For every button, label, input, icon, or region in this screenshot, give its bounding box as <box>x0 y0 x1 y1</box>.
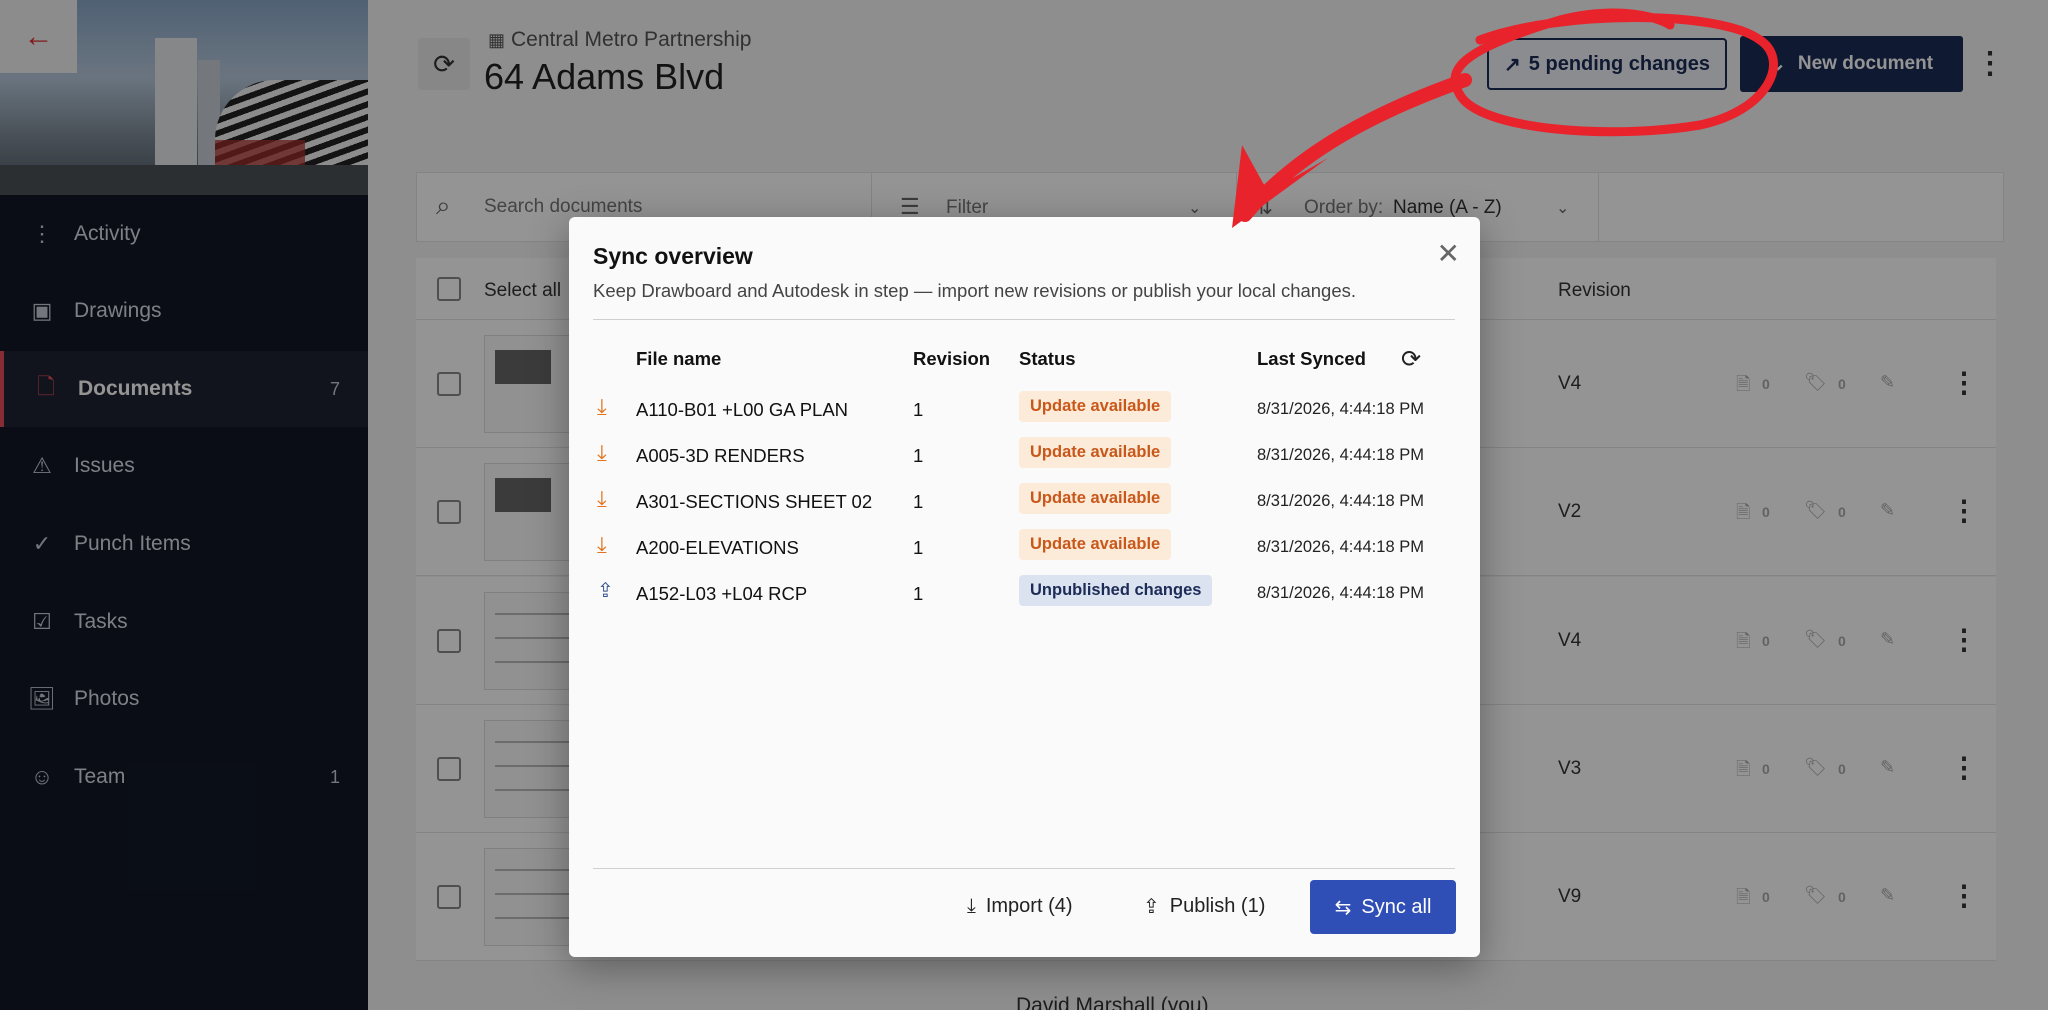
dialog-subtitle: Keep Drawboard and Autodesk in step — im… <box>593 280 1357 301</box>
revision-number: 1 <box>913 445 924 466</box>
download-icon: ⤓ <box>597 440 607 465</box>
revision-number: 1 <box>913 399 924 420</box>
revision-column-header: Revision <box>913 348 991 369</box>
divider <box>593 319 1455 320</box>
revision-number: 1 <box>913 491 924 512</box>
swap-arrows-icon: ⇆ <box>1334 896 1352 919</box>
download-icon: ⤓ <box>597 532 607 557</box>
status-badge: Update available <box>1019 529 1172 560</box>
status-badge: Update available <box>1019 483 1172 514</box>
divider <box>593 868 1455 869</box>
status-badge: Update available <box>1019 391 1172 422</box>
download-icon: ⤓ <box>597 486 607 511</box>
revision-number: 1 <box>913 583 924 604</box>
refresh-icon[interactable]: ⟳ <box>1401 345 1421 374</box>
cloud-upload-icon: ⇪ <box>597 580 614 602</box>
last-synced-timestamp: 8/31/2026, 4:44:18 PM <box>1257 584 1424 602</box>
status-badge: Unpublished changes <box>1019 575 1213 606</box>
sync-overview-dialog: Sync overview Keep Drawboard and Autodes… <box>569 217 1480 957</box>
publish-label: Publish (1) <box>1169 894 1266 917</box>
file-name-column-header: File name <box>636 348 722 369</box>
sync-row[interactable]: ⤓ A110-B01 +L00 GA PLAN 1 Update available 8… <box>569 388 1480 434</box>
last-synced-timestamp: 8/31/2026, 4:44:18 PM <box>1257 400 1424 418</box>
sync-row[interactable]: ⤓ A005-3D RENDERS 1 Update available 8/31/20… <box>569 434 1480 480</box>
file-name: A200-ELEVATIONS <box>636 537 799 558</box>
download-icon: ⤓ <box>967 894 976 917</box>
file-name: A301-SECTIONS SHEET 02 <box>636 491 873 512</box>
sync-all-label: Sync all <box>1361 895 1432 918</box>
cloud-upload-icon: ⇪ <box>1143 895 1160 918</box>
last-synced-timestamp: 8/31/2026, 4:44:18 PM <box>1257 492 1424 510</box>
last-synced-timestamp: 8/31/2026, 4:44:18 PM <box>1257 538 1424 556</box>
sync-row[interactable]: ⤓ A301-SECTIONS SHEET 02 1 Update available… <box>569 480 1480 526</box>
status-column-header: Status <box>1019 348 1076 369</box>
publish-button[interactable]: ⇪ Publish (1) <box>1143 880 1265 932</box>
download-icon: ⤓ <box>597 394 607 419</box>
import-label: Import (4) <box>985 894 1073 917</box>
file-name: A110-B01 +L00 GA PLAN <box>636 399 849 420</box>
file-name: A005-3D RENDERS <box>636 445 805 466</box>
sync-row[interactable]: ⇪ A152-L03 +L04 RCP 1 Unpublished changes 8/… <box>569 572 1480 618</box>
dialog-title: Sync overview <box>593 243 753 269</box>
revision-number: 1 <box>913 537 924 558</box>
last-synced-timestamp: 8/31/2026, 4:44:18 PM <box>1257 446 1424 464</box>
import-button[interactable]: ⤓ Import (4) <box>967 880 1073 932</box>
status-badge: Update available <box>1019 437 1172 468</box>
sync-all-button[interactable]: ⇆ Sync all <box>1310 880 1456 934</box>
close-icon[interactable]: ✕ <box>1437 237 1460 270</box>
file-name: A152-L03 +L04 RCP <box>636 583 808 604</box>
sync-row[interactable]: ⤓ A200-ELEVATIONS 1 Update available 8/31/20… <box>569 526 1480 572</box>
last-synced-column-header: Last Synced <box>1257 348 1366 369</box>
